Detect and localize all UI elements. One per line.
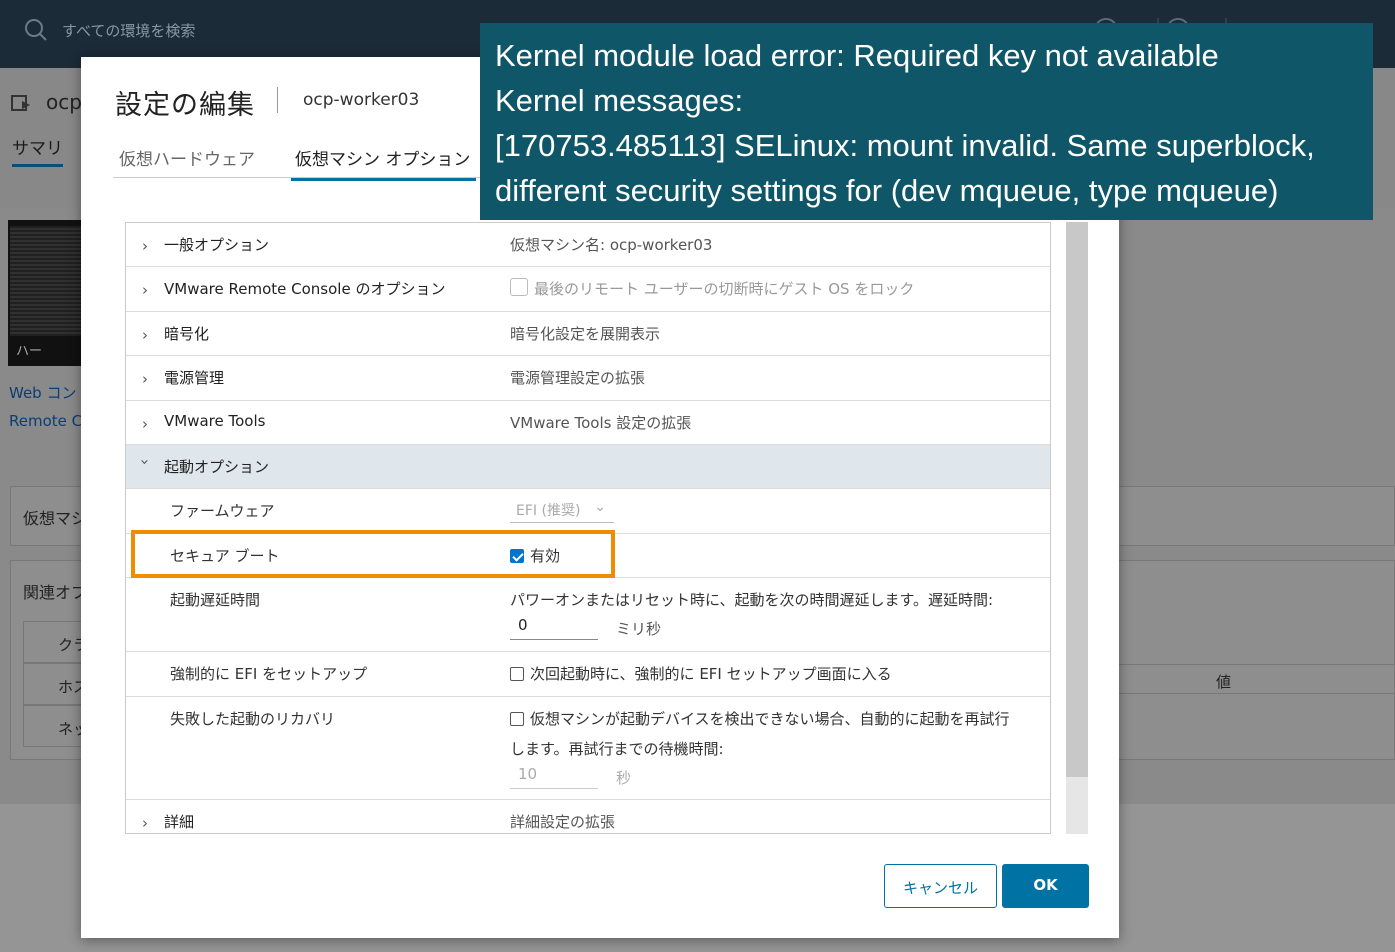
annotation-line: Kernel module load error: Required key n… — [495, 38, 1219, 73]
row-vmware-tools[interactable]: › VMware Tools VMware Tools 設定の拡張 — [126, 401, 1050, 445]
row-general-options[interactable]: › 一般オプション 仮想マシン名: ocp-worker03 — [126, 223, 1050, 267]
annotation-line: Kernel messages: — [495, 83, 744, 118]
title-divider — [277, 87, 278, 113]
row-boot-delay: 起動遅延時間 パワーオンまたはリセット時に、起動を次の時間遅延します。遅延時間:… — [126, 578, 1050, 652]
row-label: ファームウェア — [170, 502, 275, 520]
row-label: 起動遅延時間 — [170, 591, 261, 609]
firmware-select-value: EFI (推奨) — [516, 503, 581, 519]
retry-delay-input[interactable]: 10 — [510, 763, 598, 789]
row-vmrc-options[interactable]: › VMware Remote Console のオプション 最後のリモート ユ… — [126, 267, 1050, 312]
failed-boot-description-2: します。再試行までの待機時間: — [510, 740, 724, 758]
launch-web-console-link[interactable]: Web コン — [9, 382, 76, 403]
chevron-down-icon[interactable]: › — [136, 459, 154, 471]
chevron-right-icon[interactable]: › — [142, 370, 154, 388]
force-efi-label: 次回起動時に、強制的に EFI セットアップ画面に入る — [530, 665, 892, 683]
row-label: 失敗した起動のリカバリ — [170, 710, 336, 728]
scrollbar-thumb[interactable] — [1066, 222, 1088, 777]
failed-boot-description: 仮想マシンが起動デバイスを検出できない場合、自動的に起動を再試行 — [530, 710, 1010, 728]
row-label: 強制的に EFI をセットアップ — [170, 665, 368, 683]
row-value: VMware Tools 設定の拡張 — [510, 414, 692, 432]
row-label: 暗号化 — [164, 325, 210, 343]
row-value: 暗号化設定を展開表示 — [510, 325, 661, 343]
row-power-management[interactable]: › 電源管理 電源管理設定の拡張 — [126, 356, 1050, 401]
secure-boot-highlight — [131, 530, 615, 578]
row-label: VMware Tools — [164, 412, 266, 430]
chevron-right-icon[interactable]: › — [142, 814, 154, 832]
row-value: 詳細設定の拡張 — [510, 813, 616, 831]
force-efi-checkbox[interactable] — [510, 667, 524, 681]
row-failed-boot-recovery: 失敗した起動のリカバリ 仮想マシンが起動デバイスを検出できない場合、自動的に起動… — [126, 697, 1050, 800]
row-boot-options[interactable]: › 起動オプション — [126, 445, 1050, 489]
row-advanced[interactable]: › 詳細 詳細設定の拡張 — [126, 800, 1050, 833]
annotation-line: different security settings for (dev mqu… — [495, 173, 1279, 208]
tab-vm-options[interactable]: 仮想マシン オプション — [291, 145, 477, 181]
chevron-right-icon[interactable]: › — [142, 281, 154, 299]
launch-remote-console-link[interactable]: Remote C — [9, 412, 82, 430]
dialog-title: 設定の編集 — [115, 90, 255, 121]
value-column-header: 値 — [1216, 673, 1232, 691]
vm-options-list: › 一般オプション 仮想マシン名: ocp-worker03 › VMware … — [125, 222, 1051, 834]
vm-title: ocp — [46, 90, 82, 114]
console-text-lines — [10, 226, 82, 336]
row-label: 詳細 — [164, 813, 195, 831]
chevron-right-icon[interactable]: › — [142, 237, 154, 255]
search-icon[interactable] — [24, 18, 48, 42]
row-value: 仮想マシン名: ocp-worker03 — [510, 236, 713, 254]
row-value: 仮想マシンが起動デバイスを検出できない場合、自動的に起動を再試行 — [510, 708, 1010, 729]
firmware-select[interactable]: EFI (推奨) ⌄ — [510, 497, 614, 523]
row-label: 起動オプション — [164, 458, 270, 476]
row-label: 一般オプション — [164, 236, 270, 254]
ok-button[interactable]: OK — [1002, 864, 1089, 908]
row-value: 次回起動時に、強制的に EFI セットアップ画面に入る — [510, 663, 892, 684]
value-table-header: 値 — [1090, 664, 1395, 694]
vm-details-label: 仮想マシ — [23, 509, 88, 528]
console-caption: ハー — [16, 344, 43, 359]
row-label: VMware Remote Console のオプション — [164, 280, 446, 298]
related-objects-label: 関連オブ — [23, 583, 88, 602]
chevron-right-icon[interactable]: › — [142, 326, 154, 344]
boot-delay-input[interactable]: 0 — [510, 614, 598, 640]
row-force-efi-setup: 強制的に EFI をセットアップ 次回起動時に、強制的に EFI セットアップ画… — [126, 652, 1050, 697]
retry-delay-unit: 秒 — [616, 769, 632, 787]
chevron-right-icon[interactable]: › — [142, 415, 154, 433]
row-label: 電源管理 — [164, 369, 225, 387]
global-search-input[interactable]: すべての環境を検索 — [62, 20, 195, 41]
failed-boot-checkbox[interactable] — [510, 712, 524, 726]
tab-virtual-hardware[interactable]: 仮想ハードウェア — [119, 145, 255, 178]
boot-delay-description: パワーオンまたはリセット時に、起動を次の時間遅延します。遅延時間: — [510, 591, 994, 609]
lock-guest-os-checkbox[interactable] — [510, 278, 528, 296]
boot-delay-unit: ミリ秒 — [616, 620, 662, 638]
vm-icon — [11, 95, 30, 111]
tab-summary[interactable]: サマリ — [12, 134, 63, 167]
annotation-line: [170753.485113] SELinux: mount invalid. … — [495, 128, 1315, 163]
kernel-error-annotation: Kernel module load error: Required key n… — [480, 23, 1373, 220]
dialog-vm-name: ocp-worker03 — [303, 90, 420, 110]
row-encryption[interactable]: › 暗号化 暗号化設定を展開表示 — [126, 312, 1050, 356]
lock-guest-os-label: 最後のリモート ユーザーの切断時にゲスト OS をロック — [534, 280, 915, 298]
cancel-button[interactable]: キャンセル — [884, 864, 997, 908]
chevron-down-icon: ⌄ — [594, 499, 606, 515]
row-value: 電源管理設定の拡張 — [510, 369, 646, 387]
row-value: 最後のリモート ユーザーの切断時にゲスト OS をロック — [510, 278, 914, 299]
console-thumbnail[interactable]: ハー — [8, 220, 84, 366]
row-firmware: ファームウェア EFI (推奨) ⌄ — [126, 489, 1050, 534]
